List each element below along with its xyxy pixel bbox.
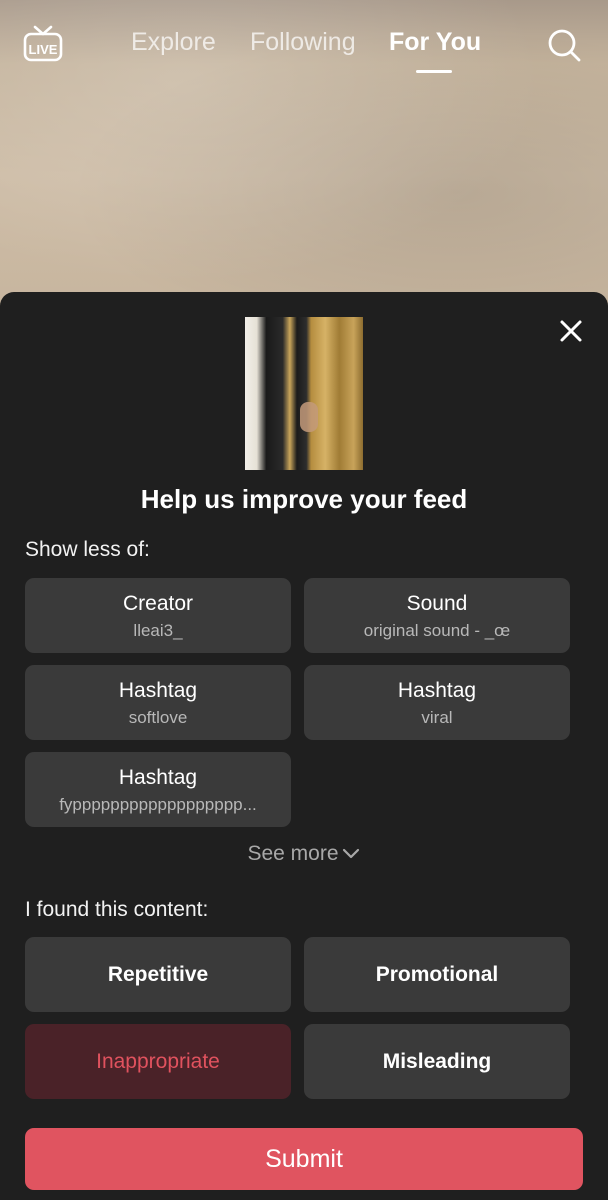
- reason-misleading-button[interactable]: Misleading: [304, 1024, 570, 1099]
- found-content-label: I found this content:: [25, 898, 209, 921]
- sheet-title: Help us improve your feed: [140, 484, 468, 514]
- option-value: original sound - _œ: [363, 621, 511, 640]
- option-value: softlove: [128, 708, 188, 727]
- show-less-sound-button[interactable]: Sound original sound - _œ: [304, 578, 570, 653]
- option-type: Hashtag: [118, 679, 198, 702]
- show-less-label: Show less of:: [25, 538, 150, 561]
- video-thumbnail: [245, 317, 363, 470]
- option-type: Hashtag: [397, 679, 477, 702]
- option-type: Hashtag: [118, 766, 198, 789]
- chevron-down-icon: [342, 849, 359, 859]
- active-tab-indicator: [416, 70, 452, 73]
- tab-for-you[interactable]: For You: [389, 28, 481, 57]
- show-less-hashtag-button[interactable]: Hashtag viral: [304, 665, 570, 740]
- option-value: fypppppppppppppppppp...: [59, 795, 257, 814]
- show-less-hashtag-button[interactable]: Hashtag softlove: [25, 665, 291, 740]
- live-label: LIVE: [29, 42, 58, 57]
- option-value: lleai3_: [133, 621, 183, 640]
- show-less-creator-button[interactable]: Creator lleai3_: [25, 578, 291, 653]
- top-navigation: LIVE Explore Following For You: [0, 0, 608, 96]
- show-less-hashtag-button[interactable]: Hashtag fypppppppppppppppppp...: [25, 752, 291, 827]
- close-icon[interactable]: [556, 316, 586, 346]
- option-type: Creator: [122, 592, 194, 615]
- tab-following[interactable]: Following: [250, 28, 356, 57]
- search-icon[interactable]: [545, 26, 583, 64]
- option-type: Sound: [406, 592, 468, 615]
- see-more-button[interactable]: See more: [0, 842, 608, 866]
- live-tv-icon[interactable]: LIVE: [22, 24, 64, 64]
- tab-explore[interactable]: Explore: [131, 28, 216, 57]
- see-more-label: See more: [247, 842, 339, 865]
- submit-button[interactable]: Submit: [25, 1128, 583, 1190]
- reason-inappropriate-button[interactable]: Inappropriate: [25, 1024, 291, 1099]
- reason-promotional-button[interactable]: Promotional: [304, 937, 570, 1012]
- reason-repetitive-button[interactable]: Repetitive: [25, 937, 291, 1012]
- option-value: viral: [421, 708, 453, 727]
